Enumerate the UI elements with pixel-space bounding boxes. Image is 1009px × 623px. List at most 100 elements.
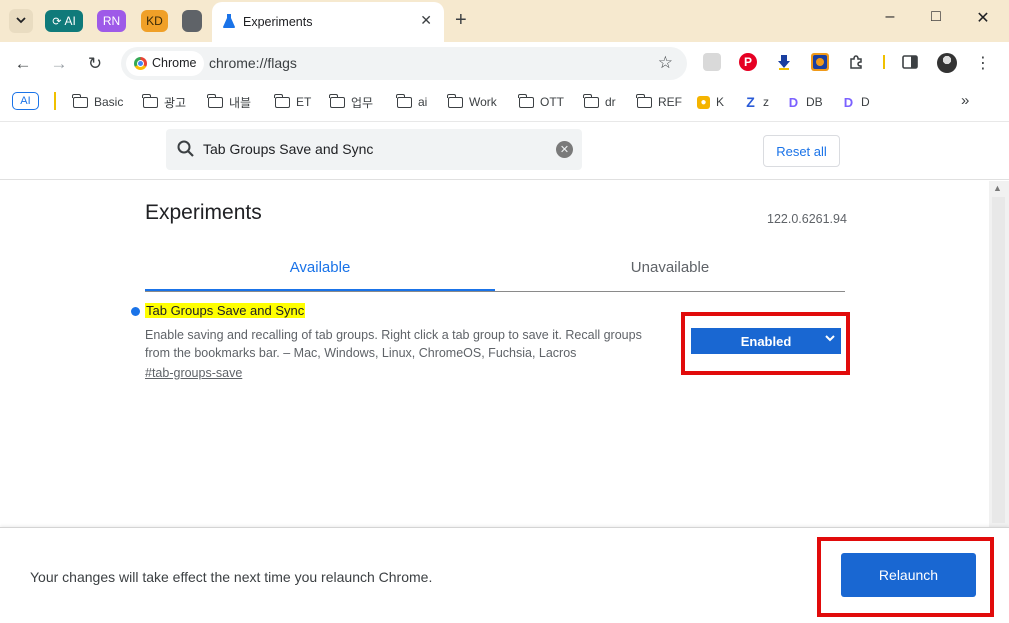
tab-group-label: AI	[64, 14, 76, 28]
tab-group-kd[interactable]: KD	[141, 10, 168, 32]
tab-unavailable[interactable]: Unavailable	[495, 251, 845, 291]
d-site-icon: D	[788, 94, 799, 110]
toolbar-divider	[883, 55, 885, 69]
flask-icon	[222, 13, 236, 29]
bookmark-label: Basic	[94, 95, 124, 109]
relaunch-button[interactable]: Relaunch	[841, 553, 976, 597]
window-close-button[interactable]: ✕	[973, 8, 993, 28]
folder-icon	[207, 93, 223, 108]
bookmark-folder-dr[interactable]: dr	[583, 93, 616, 111]
bookmark-folder-ai[interactable]: ai	[396, 93, 428, 111]
scrollbar[interactable]: ▲	[989, 181, 1009, 527]
bookmark-label: REF	[658, 95, 682, 109]
back-arrow-icon[interactable]: ←	[13, 54, 33, 74]
relaunch-footer: Your changes will take effect the next t…	[0, 527, 1009, 623]
pinterest-icon[interactable]: P	[739, 53, 757, 71]
download-arrow-icon[interactable]	[775, 53, 793, 71]
site-chip-label: Chrome	[152, 56, 197, 70]
tab-group-unnamed[interactable]	[182, 10, 202, 32]
folder-icon	[72, 93, 88, 108]
bookmark-label: z	[763, 95, 769, 109]
tab-strip: ⟳ AI RN KD Experiments ✕ + – □ ✕	[0, 0, 1009, 42]
tab-title: Experiments	[243, 15, 313, 29]
scroll-up-arrow-icon[interactable]: ▲	[993, 183, 1002, 193]
bookmark-folder-basic[interactable]: Basic	[72, 93, 124, 111]
page-title: Experiments	[145, 201, 262, 224]
colorful-extension-icon[interactable]	[811, 53, 829, 71]
maximize-button[interactable]: □	[926, 8, 946, 26]
chevron-down-icon	[825, 333, 835, 346]
bookmark-folder-et[interactable]: ET	[274, 93, 312, 111]
bookmark-label: DB	[806, 95, 823, 109]
tab-group-rn[interactable]: RN	[97, 10, 126, 32]
folder-icon	[447, 93, 463, 108]
bookmark-folder-work[interactable]: Work	[447, 93, 497, 111]
z-site-icon: Z	[746, 94, 755, 110]
flag-description: Enable saving and recalling of tab group…	[145, 328, 642, 360]
search-icon	[176, 139, 196, 159]
bookmark-label: Work	[469, 95, 497, 109]
bookmark-db[interactable]: D DB	[787, 93, 823, 111]
bookmark-folder-ad[interactable]: 광고	[142, 93, 187, 111]
flags-page: Tab Groups Save and Sync ✕ Reset all Exp…	[0, 122, 1009, 623]
url-text[interactable]: chrome://flags	[209, 55, 297, 71]
bookmark-label: K	[716, 95, 725, 109]
clear-search-icon[interactable]: ✕	[556, 141, 573, 158]
tab-available[interactable]: Available	[145, 251, 495, 291]
new-tab-button[interactable]: +	[455, 9, 467, 32]
reload-icon[interactable]: ↻	[85, 54, 105, 74]
tab-group-ai[interactable]: ⟳ AI	[45, 10, 83, 32]
bookmark-label: ET	[296, 95, 312, 109]
menu-dots-icon[interactable]: ⋮	[975, 53, 991, 73]
flag-anchor-link[interactable]: #tab-groups-save	[145, 366, 242, 380]
close-icon[interactable]: ✕	[420, 12, 432, 29]
bookmark-label: 업무	[351, 95, 374, 110]
bookmark-star-icon[interactable]: ☆	[658, 53, 673, 73]
bookmark-folder-work-kr[interactable]: 업무	[329, 93, 374, 111]
modified-dot-icon	[131, 307, 140, 316]
minimize-button[interactable]: –	[880, 8, 900, 26]
select-value: Enabled	[740, 333, 792, 349]
flag-search-input[interactable]: Tab Groups Save and Sync ✕	[166, 129, 582, 170]
bookmark-label: ai	[418, 95, 428, 109]
scrollbar-thumb[interactable]	[992, 197, 1005, 523]
flags-tabs: Available Unavailable	[145, 251, 845, 292]
bookmark-label: 내블	[229, 95, 252, 110]
folder-icon	[329, 93, 345, 108]
flag-state-select[interactable]: Enabled	[691, 328, 841, 354]
gray-extension-icon[interactable]	[703, 53, 721, 71]
bookmark-label: D	[861, 95, 870, 109]
reset-all-button[interactable]: Reset all	[763, 135, 840, 167]
bookmark-z[interactable]: Z z	[744, 93, 769, 111]
bookmark-folder-ott[interactable]: OTT	[518, 93, 564, 111]
bookmark-label: dr	[605, 95, 616, 109]
forward-arrow-icon[interactable]: →	[49, 54, 69, 74]
bookmarks-divider	[54, 92, 56, 110]
ai-tab-group-chip[interactable]: AI	[12, 92, 39, 110]
version-label: 122.0.6261.94	[767, 212, 847, 226]
folder-icon	[583, 93, 599, 108]
folder-icon	[396, 93, 412, 108]
bookmark-folder-ref[interactable]: REF	[636, 93, 682, 111]
side-panel-icon[interactable]	[901, 53, 919, 71]
bookmark-folder-myblog[interactable]: 내블	[207, 93, 252, 111]
tab-search-button[interactable]	[9, 9, 33, 33]
flags-search-header: Tab Groups Save and Sync ✕ Reset all	[0, 122, 1009, 180]
sync-icon: ⟳	[52, 15, 62, 28]
more-bookmarks-icon[interactable]: »	[961, 92, 969, 109]
bookmark-label: OTT	[540, 95, 564, 109]
chevron-down-icon	[15, 14, 27, 29]
bookmark-k[interactable]: ● K	[697, 93, 724, 111]
puzzle-icon[interactable]	[847, 53, 865, 71]
folder-icon	[636, 93, 652, 108]
bookmark-label: 광고	[164, 95, 187, 110]
flag-name: Tab Groups Save and Sync	[145, 303, 306, 318]
address-bar[interactable]: Chrome chrome://flags ☆	[121, 47, 687, 80]
chrome-logo-icon	[134, 57, 147, 70]
folder-icon	[518, 93, 534, 108]
profile-avatar[interactable]	[937, 53, 957, 73]
active-tab[interactable]: Experiments ✕	[212, 2, 444, 42]
tab-group-label: RN	[102, 14, 121, 28]
site-info-chip[interactable]: Chrome	[126, 51, 205, 76]
bookmark-d[interactable]: D D	[842, 93, 870, 111]
